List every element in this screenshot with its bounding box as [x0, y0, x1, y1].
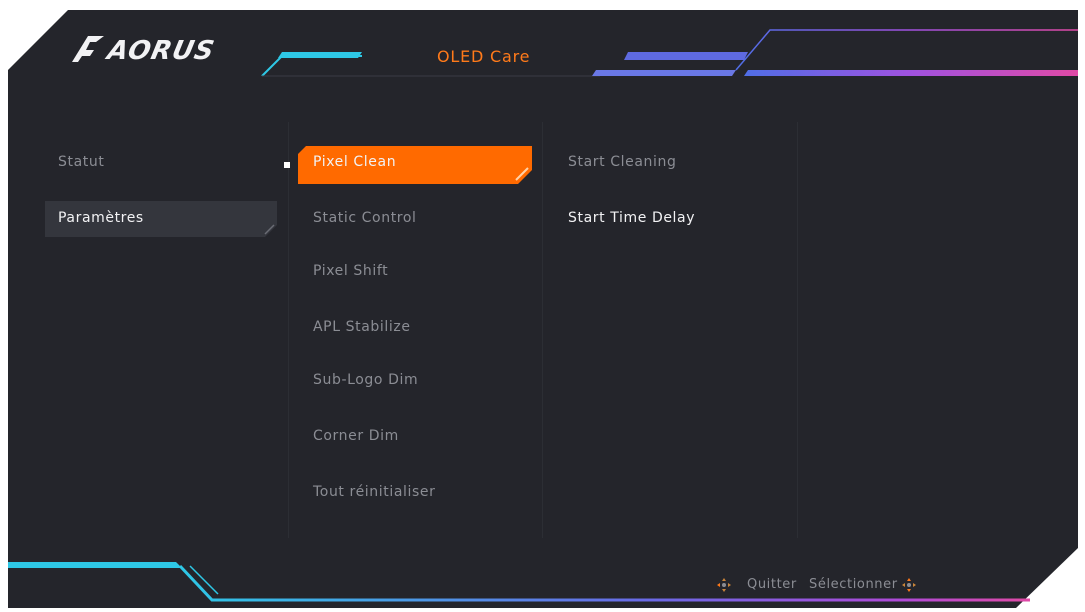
header-accent-purple-2 — [592, 70, 736, 76]
joystick-move-icon — [717, 578, 731, 592]
page-title: OLED Care — [437, 47, 531, 66]
menu-item-reset-all[interactable]: Tout réinitialiser — [313, 483, 435, 501]
column-divider — [542, 122, 543, 538]
menu-item-corner-dim[interactable]: Corner Dim — [313, 427, 399, 445]
column-divider — [288, 122, 289, 538]
menu-item-static-control[interactable]: Static Control — [313, 209, 417, 227]
footer-select-label: Sélectionner — [809, 577, 898, 592]
option-start-cleaning[interactable]: Start Cleaning — [568, 153, 676, 171]
left-menu-item-parametres[interactable]: Paramètres — [58, 209, 144, 227]
selection-bullet-icon — [284, 162, 290, 168]
panel-background — [8, 10, 1078, 608]
option-start-time-delay[interactable]: Start Time Delay — [568, 209, 695, 227]
footer-accent-cyan — [8, 562, 182, 568]
column-divider — [797, 122, 798, 538]
menu-item-pixel-clean[interactable]: Pixel Clean — [313, 153, 396, 171]
header-accent-purple-1 — [624, 52, 748, 60]
left-menu-item-statut[interactable]: Statut — [58, 153, 104, 171]
aorus-eagle-icon — [72, 36, 104, 62]
menu-item-pixel-shift[interactable]: Pixel Shift — [313, 262, 388, 280]
joystick-press-icon — [902, 578, 916, 592]
footer-quit-label: Quitter — [747, 577, 797, 592]
brand-logo: AORUS — [104, 36, 218, 66]
menu-item-sub-logo-dim[interactable]: Sub-Logo Dim — [313, 371, 418, 389]
header-accent-pink — [744, 70, 1078, 76]
menu-item-apl-stabilize[interactable]: APL Stabilize — [313, 318, 411, 336]
